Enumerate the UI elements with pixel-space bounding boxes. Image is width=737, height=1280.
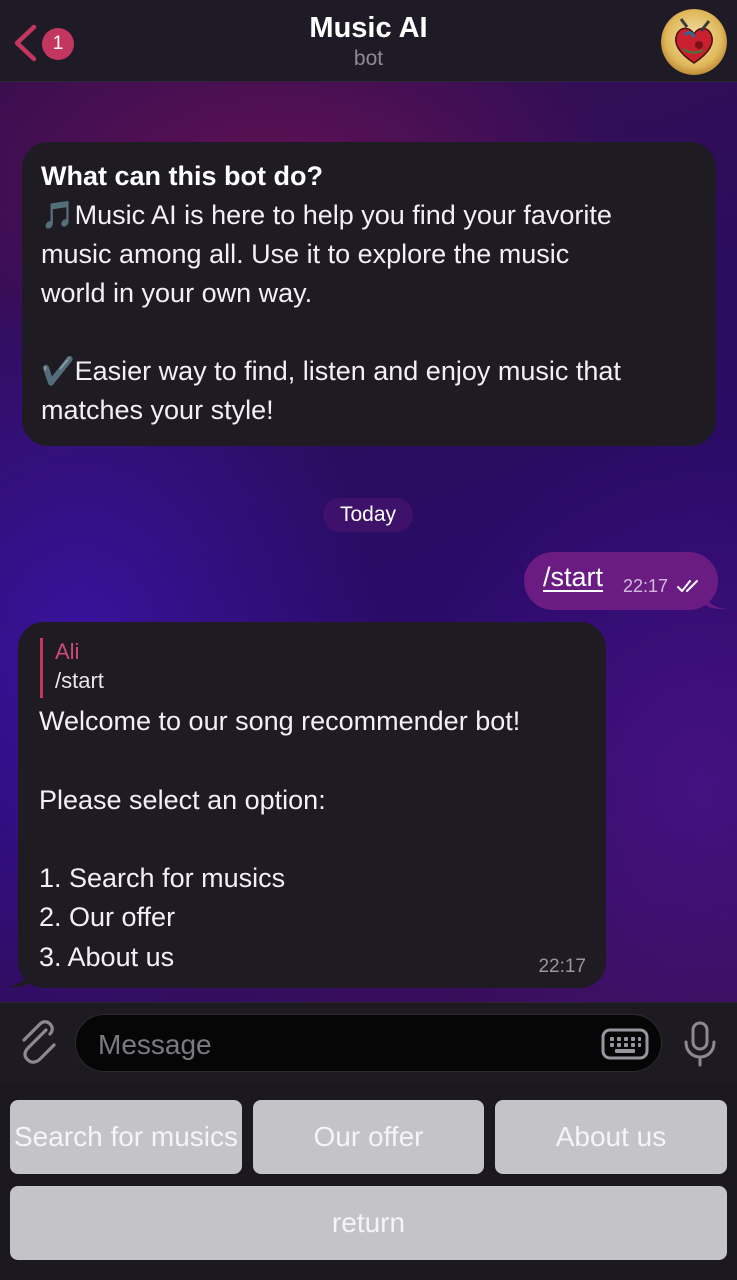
bot-description-card: What can this bot do? 🎵Music AI is here …	[22, 142, 716, 446]
search-for-musics-button[interactable]: Search for musics	[10, 1100, 242, 1174]
keyboard-icon[interactable]	[601, 1027, 649, 1061]
start-command-link[interactable]: /start	[543, 562, 603, 593]
chat-title-block[interactable]: Music AI bot	[0, 10, 737, 72]
quote-text: /start	[55, 668, 104, 693]
heart-art-icon	[661, 9, 727, 75]
message-input[interactable]: Message	[75, 1014, 662, 1072]
return-button[interactable]: return	[10, 1186, 727, 1260]
bubble-tail	[700, 588, 728, 610]
reply-keyboard: Search for musics Our offer About us ret…	[0, 1082, 737, 1280]
message-time: 22:17	[538, 956, 586, 977]
outgoing-message[interactable]: /start 22:17	[524, 552, 718, 610]
microphone-icon[interactable]	[681, 1020, 719, 1068]
our-offer-button[interactable]: Our offer	[253, 1100, 484, 1174]
message-input-bar: Message	[0, 1002, 737, 1082]
chat-subtitle: bot	[353, 47, 384, 70]
paperclip-icon[interactable]	[16, 1020, 58, 1066]
chat-area[interactable]: What can this bot do? 🎵Music AI is here …	[0, 82, 737, 1002]
quote-author: Ali	[55, 639, 80, 664]
bot-reply-message[interactable]: Ali /start Welcome to our song recommend…	[18, 622, 606, 988]
chat-header: 1 Music AI bot	[0, 0, 737, 82]
bubble-tail	[8, 962, 34, 988]
reply-quote[interactable]: Ali /start	[40, 638, 104, 698]
chat-title: Music AI	[309, 12, 428, 44]
date-separator: Today	[323, 498, 413, 532]
reply-text: Welcome to our song recommender bot! Ple…	[39, 706, 521, 972]
message-placeholder: Message	[98, 1029, 212, 1060]
message-time: 22:17	[623, 576, 669, 596]
about-us-button[interactable]: About us	[495, 1100, 727, 1174]
bot-avatar[interactable]	[661, 9, 727, 75]
bot-description-title: What can this bot do?	[41, 161, 323, 191]
bot-description-text: 🎵Music AI is here to help you find your …	[41, 200, 621, 425]
